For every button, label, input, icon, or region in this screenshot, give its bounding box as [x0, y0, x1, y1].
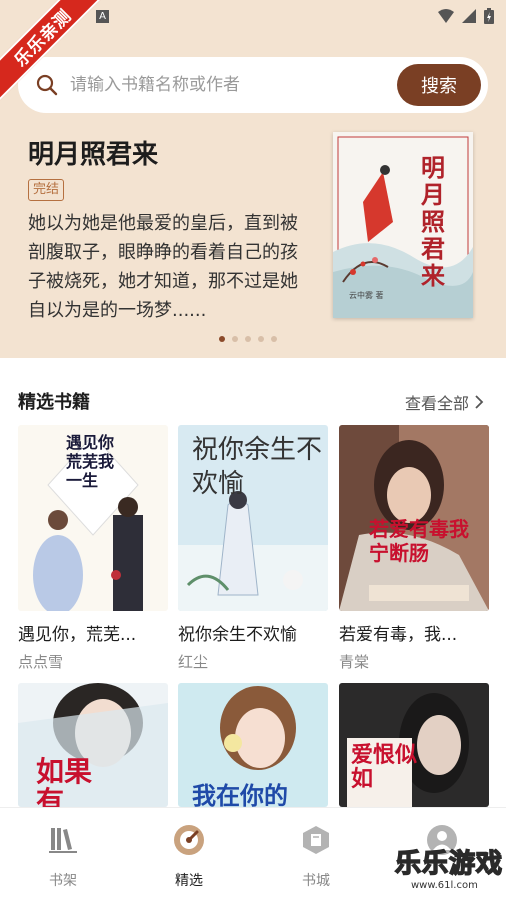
tab-bookstore[interactable]: 书城: [253, 808, 379, 899]
book-cover-text: 遇见你荒芜我一生: [66, 433, 115, 490]
book-cover-text: 祝你余生不欢愉: [192, 435, 323, 499]
book-cover: 祝你余生不欢愉: [178, 425, 328, 611]
book-card[interactable]: 若爱有毒我宁断肠 若爱有毒，我... 青棠: [339, 425, 489, 672]
bookstore-icon: [303, 826, 329, 854]
battery-icon: [484, 8, 494, 24]
carousel-dot[interactable]: [219, 336, 225, 342]
see-all-link[interactable]: 查看全部: [405, 390, 484, 414]
banner-cover-author: 云中雾 著: [349, 291, 384, 300]
book-author: 点点雪: [18, 653, 64, 671]
featured-icon: [174, 825, 204, 855]
watermark-logo: 乐乐游戏 www.61l.com: [394, 848, 506, 899]
book-cover-text: 如果有: [36, 755, 93, 808]
wifi-icon: [438, 9, 454, 23]
book-cover-text: 若爱有毒我宁断肠: [369, 517, 469, 565]
book-card[interactable]: 我在你的: [178, 683, 328, 807]
book-cover: 爱恨似如: [339, 683, 489, 807]
book-card[interactable]: 遇见你荒芜我一生 遇见你，荒芜... 点点雪: [18, 425, 168, 672]
tab-bookshelf[interactable]: 书架: [0, 808, 126, 899]
status-badge: A: [96, 10, 109, 23]
carousel-dots: [219, 336, 277, 342]
book-author: 青棠: [339, 653, 370, 671]
status-icons: [438, 8, 494, 24]
see-all-label: 查看全部: [404, 394, 469, 413]
book-card[interactable]: 祝你余生不欢愉 祝你余生不欢愉 红尘: [178, 425, 328, 672]
book-cover: 我在你的: [178, 683, 328, 807]
book-cover: 遇见你荒芜我一生: [18, 425, 168, 611]
carousel-dot[interactable]: [245, 336, 251, 342]
signal-icon: [462, 9, 476, 23]
book-cover-text: 爱恨似如: [351, 742, 418, 792]
status-badge: 完结: [28, 179, 65, 201]
section-title: 精选书籍: [18, 392, 90, 413]
carousel-dot[interactable]: [271, 336, 277, 342]
banner-title[interactable]: 明月照君来: [28, 134, 158, 171]
watermark-url: www.61l.com: [411, 880, 478, 891]
carousel-dot[interactable]: [258, 336, 264, 342]
search-input[interactable]: [70, 67, 390, 103]
book-title: 若爱有毒，我...: [339, 625, 458, 645]
book-title: 祝你余生不欢愉: [178, 625, 297, 645]
bookshelf-icon: [49, 828, 77, 853]
tab-label: 精选: [175, 873, 203, 889]
banner-description[interactable]: 她以为她是他最爱的皇后，直到被剖腹取子，眼睁睁的看着自己的孩子被烧死，她才知道，…: [28, 209, 313, 325]
book-cover: 若爱有毒我宁断肠: [339, 425, 489, 611]
book-card[interactable]: 如果有: [18, 683, 168, 807]
book-title: 遇见你，荒芜...: [18, 625, 137, 645]
search-bar: 搜索: [18, 57, 488, 113]
banner-book-cover[interactable]: 明月照君来 云中雾 著: [333, 132, 473, 318]
chevron-right-icon: [475, 395, 484, 409]
book-cover: 如果有: [18, 683, 168, 807]
search-icon: [36, 74, 58, 100]
carousel-dot[interactable]: [232, 336, 238, 342]
book-author: 红尘: [178, 653, 209, 671]
book-cover-text: 我在你的: [192, 781, 288, 808]
banner-cover-title: 明月照君来: [421, 153, 445, 290]
search-button[interactable]: 搜索: [397, 64, 481, 106]
book-card[interactable]: 爱恨似如: [339, 683, 489, 807]
watermark-text: 乐乐游戏: [394, 848, 504, 880]
tab-featured[interactable]: 精选: [126, 808, 252, 899]
tab-label: 书城: [302, 873, 330, 889]
tab-label: 书架: [49, 873, 77, 889]
